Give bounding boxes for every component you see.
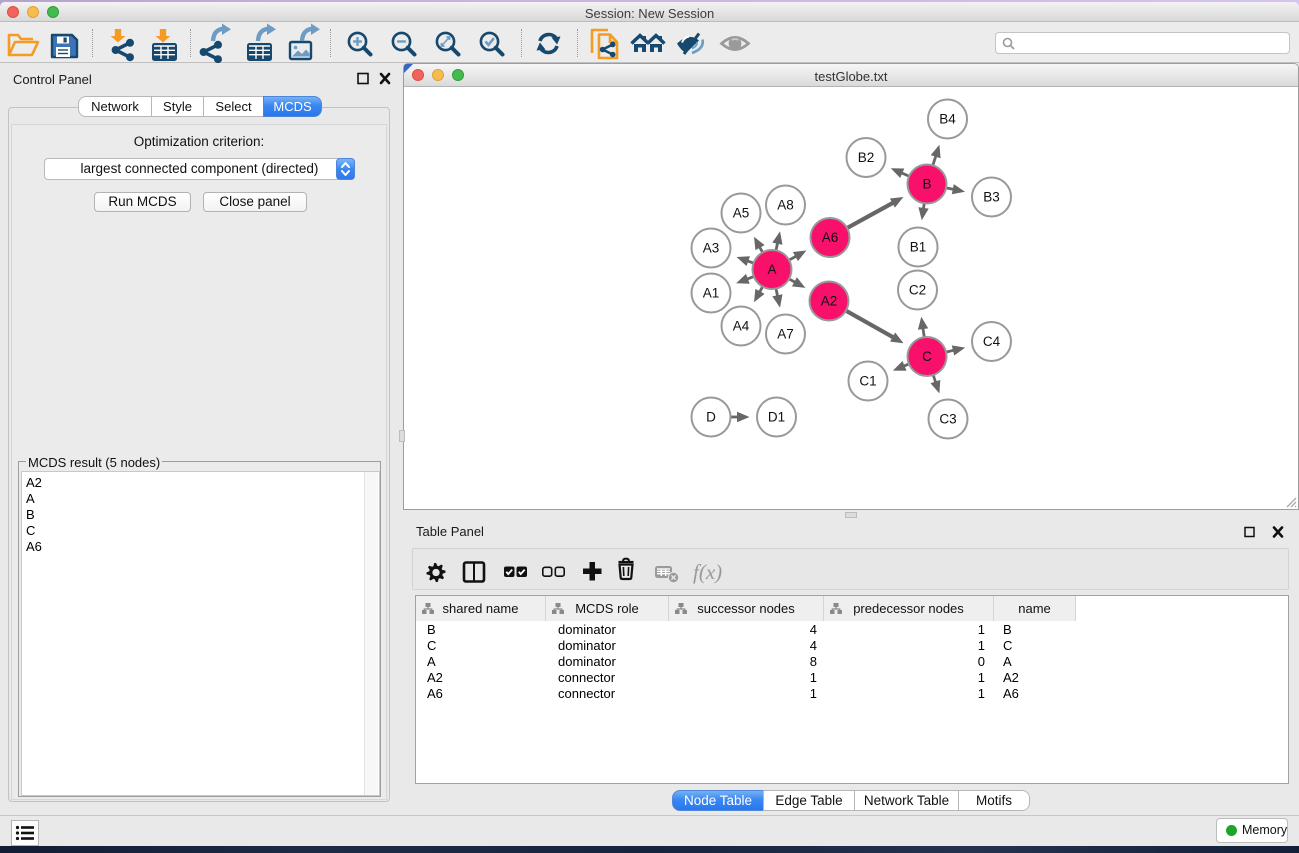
svg-text:A1: A1 [703,285,720,300]
svg-text:f(x): f(x) [693,560,722,584]
svg-text:B1: B1 [910,239,927,254]
svg-text:B: B [922,176,931,191]
svg-text:C3: C3 [939,411,956,426]
svg-text:C4: C4 [983,334,1001,349]
svg-text:C: C [922,349,932,364]
svg-text:A4: A4 [733,318,750,333]
svg-text:A5: A5 [733,205,750,220]
svg-text:A6: A6 [822,230,839,245]
svg-text:C2: C2 [909,282,926,297]
svg-text:D1: D1 [768,409,785,424]
svg-text:A2: A2 [821,293,838,308]
svg-text:A3: A3 [703,240,720,255]
svg-text:B2: B2 [858,150,875,165]
svg-text:C1: C1 [859,373,876,388]
svg-text:A8: A8 [777,197,794,212]
svg-text:A: A [767,262,776,277]
svg-text:A7: A7 [777,326,794,341]
svg-text:D: D [706,409,716,424]
svg-text:B3: B3 [983,189,1000,204]
svg-text:B4: B4 [939,111,956,126]
